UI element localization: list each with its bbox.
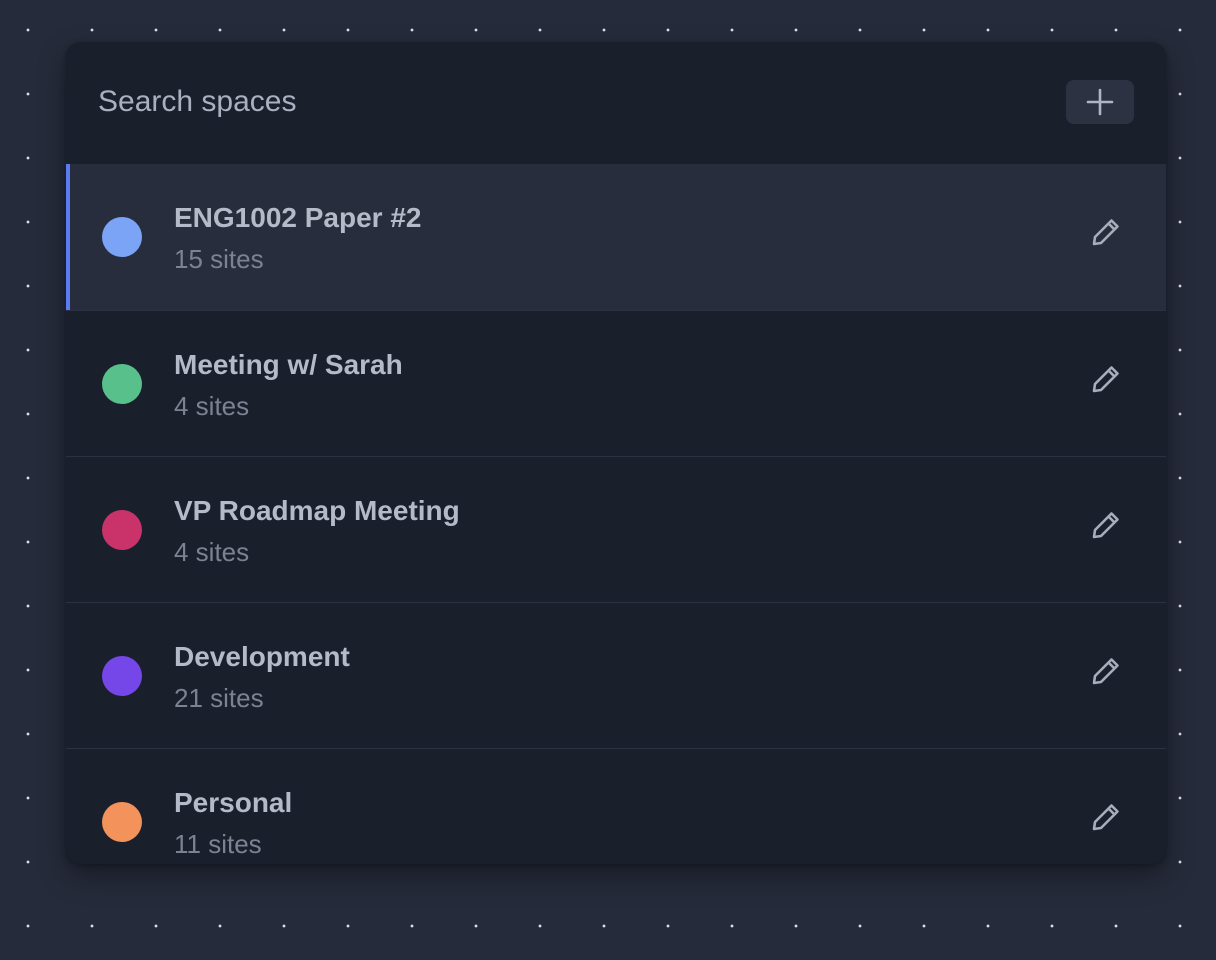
edit-space-button[interactable] [1086, 505, 1126, 545]
space-color-dot [102, 364, 142, 404]
space-item[interactable]: VP Roadmap Meeting 4 sites [66, 456, 1166, 602]
space-site-count: 21 sites [174, 683, 264, 713]
space-item[interactable]: Meeting w/ Sarah 4 sites [66, 310, 1166, 456]
plus-icon [1086, 88, 1114, 116]
panel-header [66, 42, 1166, 164]
spaces-panel: ENG1002 Paper #2 15 sites Meeting w/ Sar… [66, 42, 1166, 864]
pencil-icon [1092, 804, 1119, 831]
edit-space-button[interactable] [1086, 797, 1126, 837]
space-list: ENG1002 Paper #2 15 sites Meeting w/ Sar… [66, 164, 1166, 864]
edit-space-button[interactable] [1086, 359, 1126, 399]
space-site-count: 15 sites [174, 244, 264, 274]
space-color-dot [102, 217, 142, 257]
search-input[interactable] [98, 85, 1066, 119]
pencil-icon [1092, 366, 1119, 393]
edit-space-button[interactable] [1086, 651, 1126, 691]
pencil-icon [1092, 658, 1119, 685]
space-name: Personal [174, 787, 293, 818]
space-color-dot [102, 510, 142, 550]
space-site-count: 11 sites [174, 829, 262, 859]
edit-space-button[interactable] [1086, 212, 1126, 252]
space-color-dot [102, 802, 142, 842]
pencil-icon [1092, 512, 1119, 539]
space-name: VP Roadmap Meeting [174, 495, 460, 526]
space-name: Meeting w/ Sarah [174, 349, 403, 380]
add-space-button[interactable] [1066, 80, 1134, 124]
space-item[interactable]: Development 21 sites [66, 602, 1166, 748]
space-item[interactable]: Personal 11 sites [66, 748, 1166, 864]
space-name: ENG1002 Paper #2 [174, 202, 422, 233]
space-site-count: 4 sites [174, 391, 250, 421]
space-color-dot [102, 656, 142, 696]
space-site-count: 4 sites [174, 537, 250, 567]
space-item[interactable]: ENG1002 Paper #2 15 sites [66, 164, 1166, 310]
pencil-icon [1092, 219, 1119, 246]
space-name: Development [174, 641, 350, 672]
